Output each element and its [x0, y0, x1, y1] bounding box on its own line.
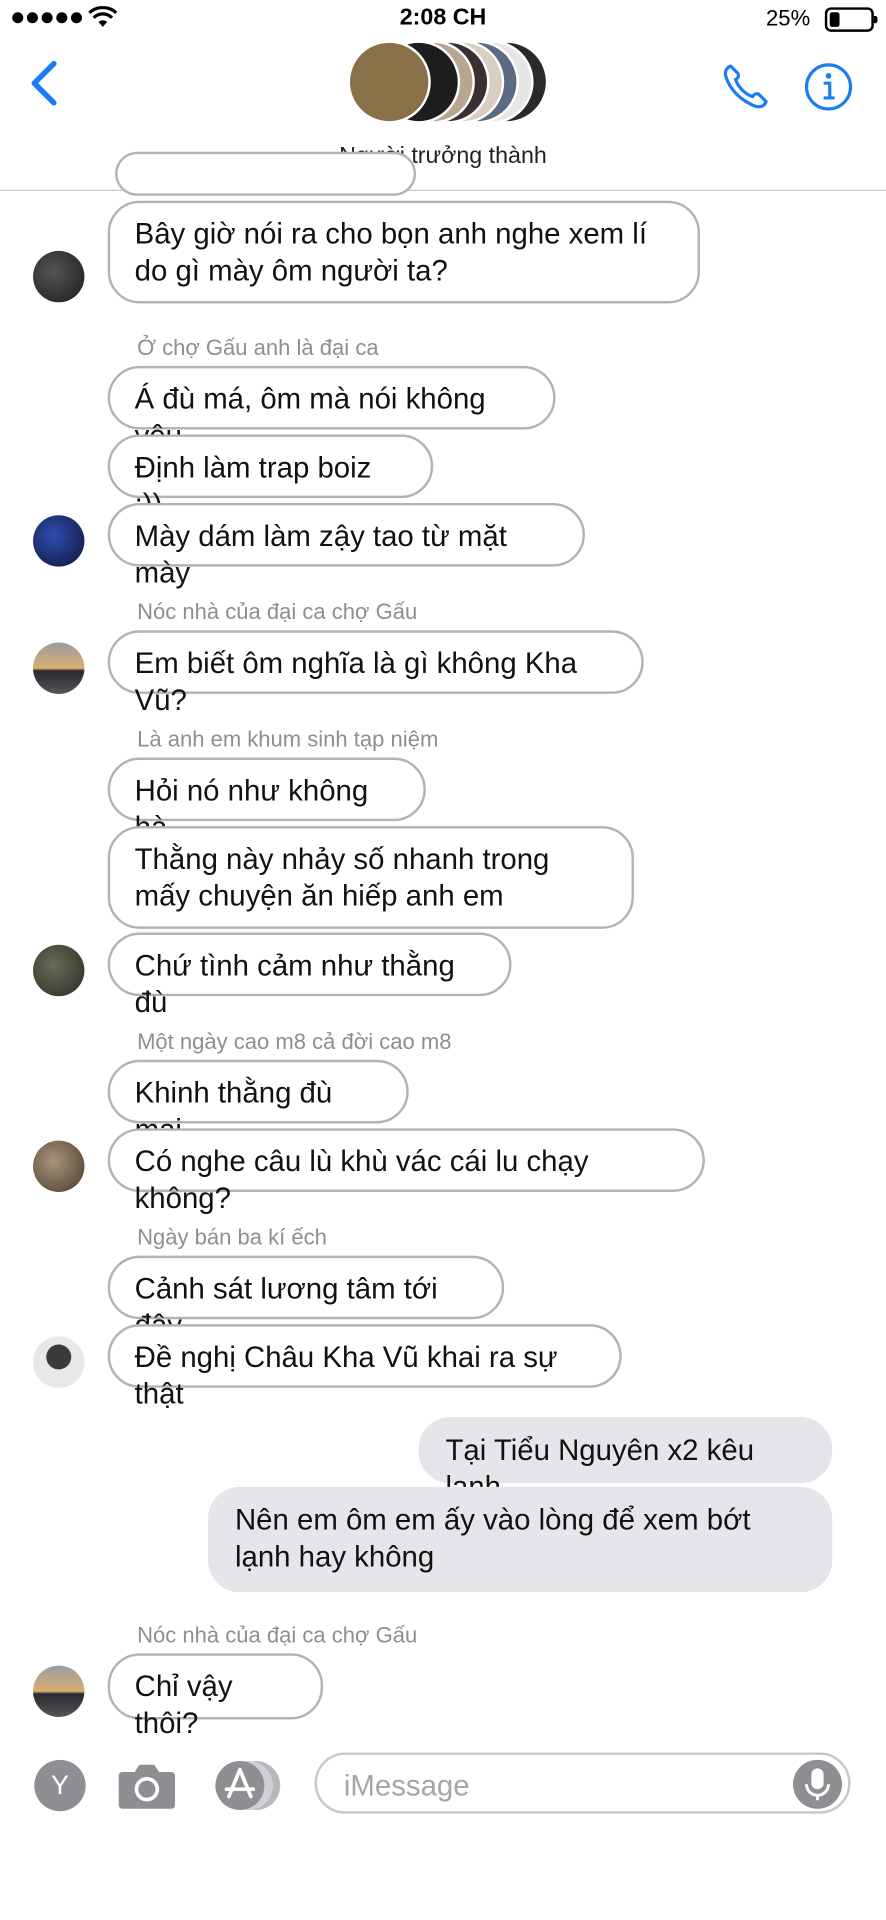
message-bubble: Em biết ôm nghĩa là gì không Kha Vũ? [107, 630, 644, 717]
phone-icon[interactable] [720, 61, 771, 112]
outgoing-message-bubble: Nên em ôm em ấy vào lòng để xem bớt lạnh… [208, 1486, 833, 1593]
message-bubble: Khinh thằng đù mại [107, 1059, 409, 1147]
sender-name: Nóc nhà của đại ca chợ Gấu [137, 1622, 418, 1648]
message-bubble: Định làm trap boiz :)) [107, 434, 434, 521]
status-bar: 2:08 CH 25% [0, 0, 886, 37]
info-icon[interactable] [803, 61, 854, 112]
microphone-icon[interactable] [793, 1759, 842, 1809]
message-bubble: Đề nghị Châu Kha Vũ khai ra sự thật [107, 1324, 622, 1411]
message-bubble: Á đù má, ôm mà nói không yêu [107, 365, 556, 453]
avatar[interactable] [33, 1665, 85, 1717]
sender-name: Ở chợ Gấu anh là đại ca [137, 335, 379, 360]
message-bubble: Chứ tình cảm như thằng đù [107, 932, 512, 1019]
battery-percent: 25% [766, 6, 811, 31]
sender-name: Ngày bán ba kí ếch [137, 1225, 327, 1250]
compose-bar: Y iMessage [0, 1738, 886, 1836]
avatar [347, 40, 431, 124]
camera-icon[interactable] [117, 1760, 176, 1811]
message-bubble: Hỏi nó như không hà [107, 757, 426, 844]
chevron-left-icon[interactable] [27, 59, 59, 108]
sender-name: Một ngày cao m8 cả đời cao m8 [137, 1029, 452, 1054]
sender-name: Nóc nhà của đại ca chợ Gấu [137, 599, 418, 625]
avatar[interactable] [33, 515, 85, 567]
avatar[interactable] [33, 1140, 85, 1192]
avatar[interactable] [33, 250, 85, 303]
app-store-icon[interactable] [214, 1760, 285, 1811]
avatar[interactable] [33, 642, 85, 694]
message-bubble: Có nghe câu lù khù vác cái lu chạy không… [107, 1128, 705, 1215]
battery-icon [824, 7, 878, 32]
message-bubble: Cảnh sát lương tâm tới đây [107, 1255, 505, 1343]
avatar[interactable] [33, 1336, 85, 1388]
message-bubble-partial [115, 151, 417, 196]
message-bubble: Chỉ vậy thôi? [107, 1653, 324, 1740]
group-avatars[interactable] [347, 40, 549, 124]
sender-name: Là anh em khum sinh tạp niệm [137, 726, 439, 752]
message-bubble: Bây giờ nói ra cho bọn anh nghe xem lí d… [107, 200, 701, 304]
outgoing-message-bubble: Tại Tiểu Nguyên x2 kêu lạnh [418, 1417, 833, 1504]
imessage-input[interactable]: iMessage [314, 1752, 851, 1814]
status-time: 2:08 CH [399, 4, 487, 31]
avatar[interactable] [33, 944, 85, 997]
message-bubble: Thằng này nhảy số nhanh trong mấy chuyện… [107, 826, 634, 929]
message-bubble: Mày dám làm zậy tao từ mặt mày [107, 502, 585, 590]
input-placeholder: iMessage [343, 1769, 470, 1803]
app-shortcut-button[interactable]: Y [34, 1759, 86, 1812]
